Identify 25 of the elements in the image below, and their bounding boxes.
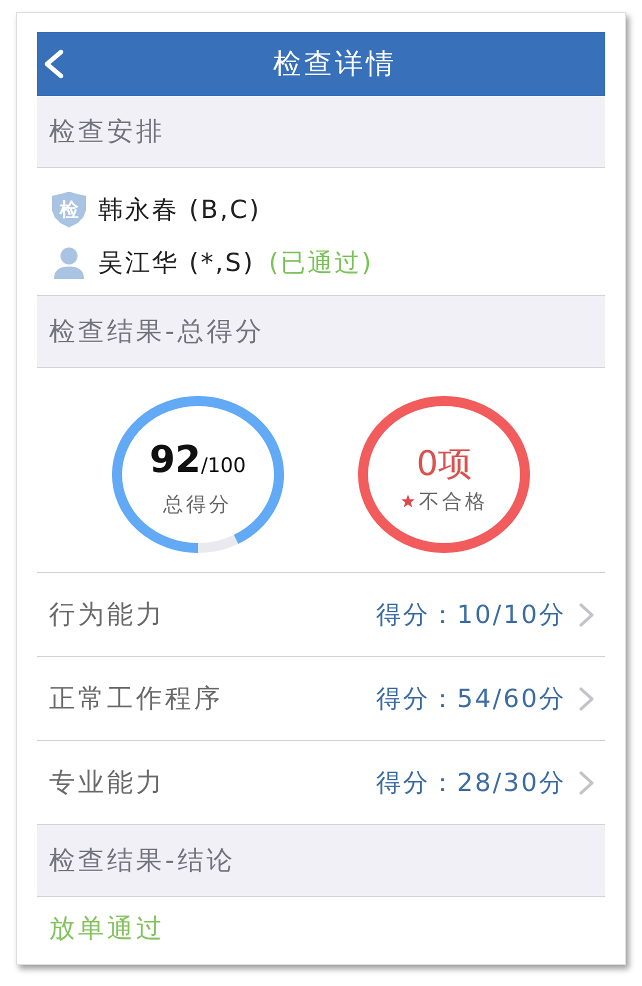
section-heading: 检查结果-结论 [37, 825, 605, 897]
person-name: 吴江华 (*,S) [98, 247, 255, 279]
category-score: 得分：10/10分 [376, 599, 566, 631]
total-score: 92/100 [149, 438, 246, 483]
chevron-icon[interactable] [578, 770, 595, 796]
examiner-badge: 检 [52, 192, 86, 228]
category-name: 行为能力 [49, 599, 165, 632]
chevron-icon[interactable] [578, 686, 595, 712]
pass-status: (已通过) [268, 247, 374, 279]
section-heading: 检查结果-总得分 [37, 296, 605, 368]
back-icon[interactable] [42, 49, 65, 79]
star-icon [400, 494, 415, 508]
total-score-label: 总得分 [163, 491, 232, 518]
category-score: 得分：54/60分 [376, 683, 566, 715]
person-name: 韩永春 (B,C) [98, 194, 262, 226]
category-score: 得分：28/30分 [376, 767, 566, 799]
page-title: 检查详情 [273, 47, 397, 81]
category-name: 专业能力 [49, 767, 165, 800]
conclusion-result: 放单通过 [49, 912, 165, 946]
chevron-icon[interactable] [578, 602, 595, 628]
person-icon [52, 246, 86, 278]
section-heading: 检查安排 [37, 96, 605, 168]
category-name: 正常工作程序 [49, 683, 223, 716]
failure-label: 不合格 [418, 488, 488, 514]
failure-count: 0项 [416, 442, 472, 486]
